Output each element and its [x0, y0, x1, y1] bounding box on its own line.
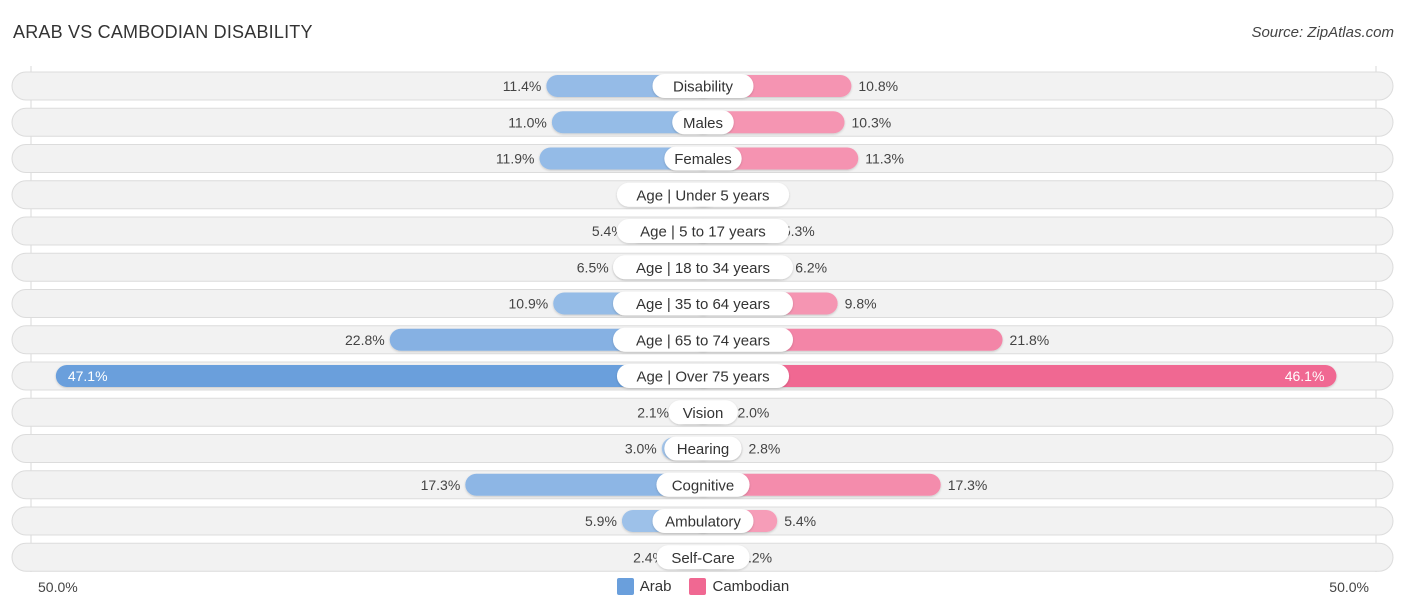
value-label-cambodian: 10.3% [852, 114, 892, 130]
value-label-arab: 3.0% [625, 441, 657, 457]
value-label-arab: 17.3% [421, 477, 461, 493]
chart-row[interactable]: 11.9% 11.3% Females [11, 144, 1394, 173]
legend: Arab Cambodian [0, 578, 1406, 595]
legend-label-cambodian: Cambodian [712, 578, 790, 595]
value-label-cambodian: 21.8% [1010, 332, 1050, 348]
category-label: Age | 35 to 64 years [636, 296, 770, 313]
category-label: Age | 65 to 74 years [636, 332, 770, 349]
value-label-arab: 10.9% [509, 296, 549, 312]
category-label: Self-Care [671, 550, 734, 567]
bar-arab [55, 365, 714, 387]
value-label-cambodian: 17.3% [948, 477, 988, 493]
category-label: Age | Under 5 years [636, 187, 769, 204]
value-label-cambodian: 10.8% [858, 78, 898, 94]
chart-row[interactable]: 11.0% 10.3% Males [11, 107, 1394, 137]
chart-row[interactable]: 2.4% 2.2%Self-Care [11, 542, 1394, 572]
value-label-cambodian: 2.0% [737, 404, 769, 420]
chart-row[interactable]: 2.1% 2.0% Vision [11, 397, 1394, 427]
value-label-cambodian: 5.4% [784, 513, 816, 529]
value-label-arab: 2.1% [637, 404, 669, 420]
chart-area: 11.4% 10.8% Disability 11.0% 10.3% Males 11.9%… [11, 66, 1394, 572]
chart-row[interactable]: 17.3% 17.3% Cognitive [11, 470, 1394, 500]
chart-row[interactable]: 1.2%1.2%Age | Under 5 years [11, 180, 1394, 210]
value-label-arab: 47.1% [68, 368, 108, 384]
category-label: Ambulatory [665, 514, 741, 531]
chart-row[interactable]: 6.5% 6.2% Age | 18 to 34 years [11, 252, 1394, 282]
value-label-arab: 11.9% [496, 151, 535, 167]
chart-row[interactable]: 5.9% 5.4% Ambulatory [11, 506, 1394, 536]
chart-row[interactable]: 10.9% 9.8% Age | 35 to 64 years [11, 289, 1394, 318]
legend-swatch-arab [616, 578, 634, 595]
chart-row[interactable]: 11.4% 10.8% Disability [11, 71, 1394, 101]
category-label: Age | 18 to 34 years [636, 260, 770, 277]
value-label-cambodian: 9.8% [845, 296, 877, 312]
chart-row[interactable]: 3.0% 2.8% Hearing [11, 434, 1394, 463]
value-label-cambodian: 11.3% [865, 151, 904, 167]
value-label-arab: 5.9% [585, 513, 617, 529]
category-label: Age | 5 to 17 years [640, 224, 766, 241]
legend-swatch-cambodian [689, 578, 707, 595]
category-label: Age | Over 75 years [636, 369, 769, 386]
legend-label-arab: Arab [639, 578, 672, 595]
chart-row[interactable]: 5.4% 5.3%Age | 5 to 17 years [11, 216, 1394, 246]
value-label-arab: 6.5% [577, 259, 609, 275]
category-label: Females [674, 151, 732, 168]
category-label: Cognitive [672, 477, 735, 494]
value-label-cambodian: 46.1% [1285, 368, 1325, 384]
category-label: Disability [673, 79, 734, 96]
category-label: Vision [683, 405, 724, 422]
category-label: Hearing [677, 441, 730, 458]
value-label-arab: 11.0% [508, 114, 547, 130]
category-label: Males [683, 115, 723, 132]
legend-item-arab[interactable]: Arab [616, 578, 672, 595]
chart-row[interactable]: 47.1% 46.1% Age | Over 75 years [11, 361, 1394, 391]
value-label-arab: 11.4% [503, 78, 542, 94]
value-label-arab: 22.8% [345, 332, 385, 348]
legend-item-cambodian[interactable]: Cambodian [689, 578, 789, 595]
chart-row[interactable]: 22.8% 21.8% Age | 65 to 74 years [11, 325, 1394, 355]
value-label-cambodian: 6.2% [795, 259, 827, 275]
value-label-cambodian: 2.8% [748, 441, 780, 457]
